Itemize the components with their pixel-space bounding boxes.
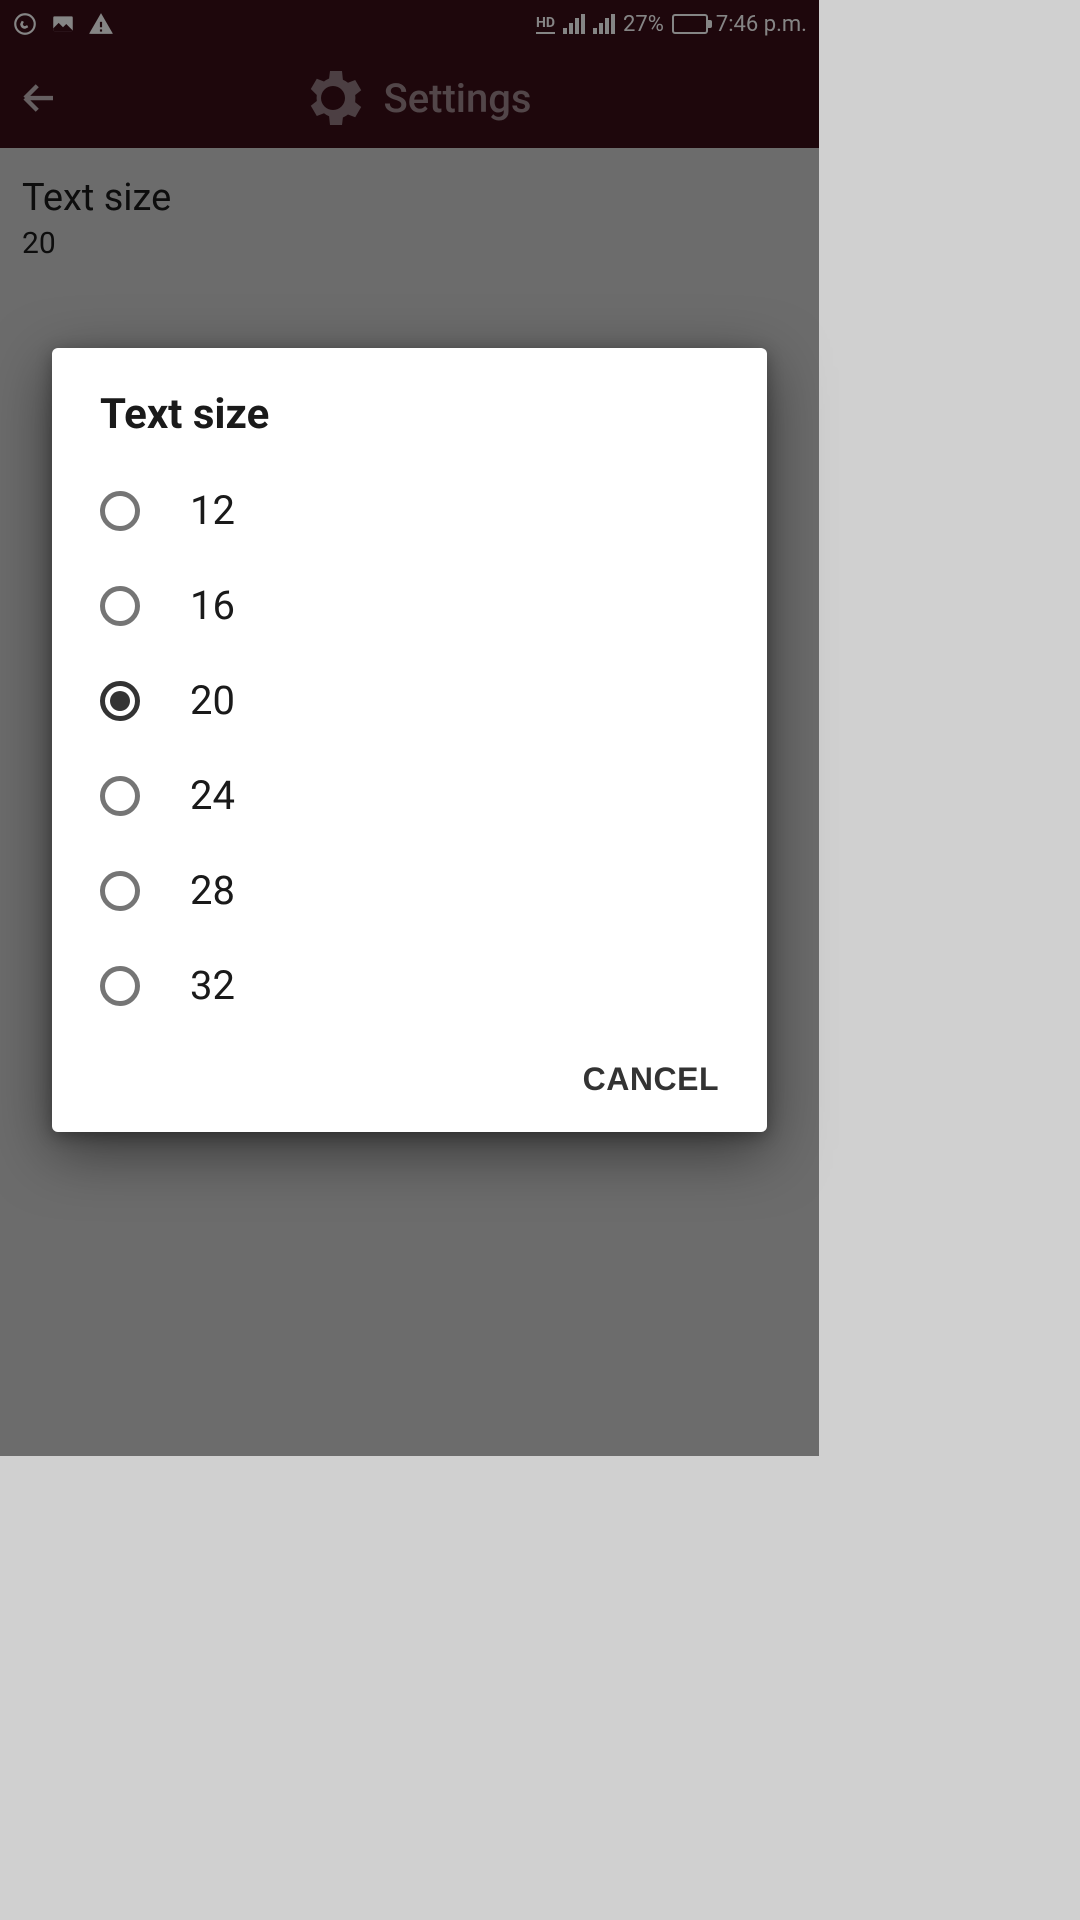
radio-label: 12 bbox=[190, 487, 235, 534]
cancel-button[interactable]: CANCEL bbox=[583, 1061, 719, 1098]
radio-icon bbox=[100, 586, 140, 626]
dialog-title: Text size bbox=[52, 390, 767, 463]
radio-icon bbox=[100, 871, 140, 911]
radio-label: 16 bbox=[190, 582, 235, 629]
radio-icon bbox=[100, 966, 140, 1006]
radio-icon bbox=[100, 776, 140, 816]
dialog-actions: CANCEL bbox=[52, 1033, 767, 1108]
radio-list: 12 16 20 24 28 32 bbox=[52, 463, 767, 1033]
radio-option-16[interactable]: 16 bbox=[52, 558, 767, 653]
radio-icon bbox=[100, 681, 140, 721]
text-size-dialog: Text size 12 16 20 24 28 32 CANCEL bbox=[52, 348, 767, 1132]
radio-label: 28 bbox=[190, 867, 235, 914]
radio-option-28[interactable]: 28 bbox=[52, 843, 767, 938]
radio-option-32[interactable]: 32 bbox=[52, 938, 767, 1033]
radio-option-24[interactable]: 24 bbox=[52, 748, 767, 843]
radio-label: 24 bbox=[190, 772, 235, 819]
radio-label: 20 bbox=[190, 677, 235, 724]
radio-option-12[interactable]: 12 bbox=[52, 463, 767, 558]
radio-option-20[interactable]: 20 bbox=[52, 653, 767, 748]
radio-label: 32 bbox=[190, 962, 235, 1009]
radio-icon bbox=[100, 491, 140, 531]
